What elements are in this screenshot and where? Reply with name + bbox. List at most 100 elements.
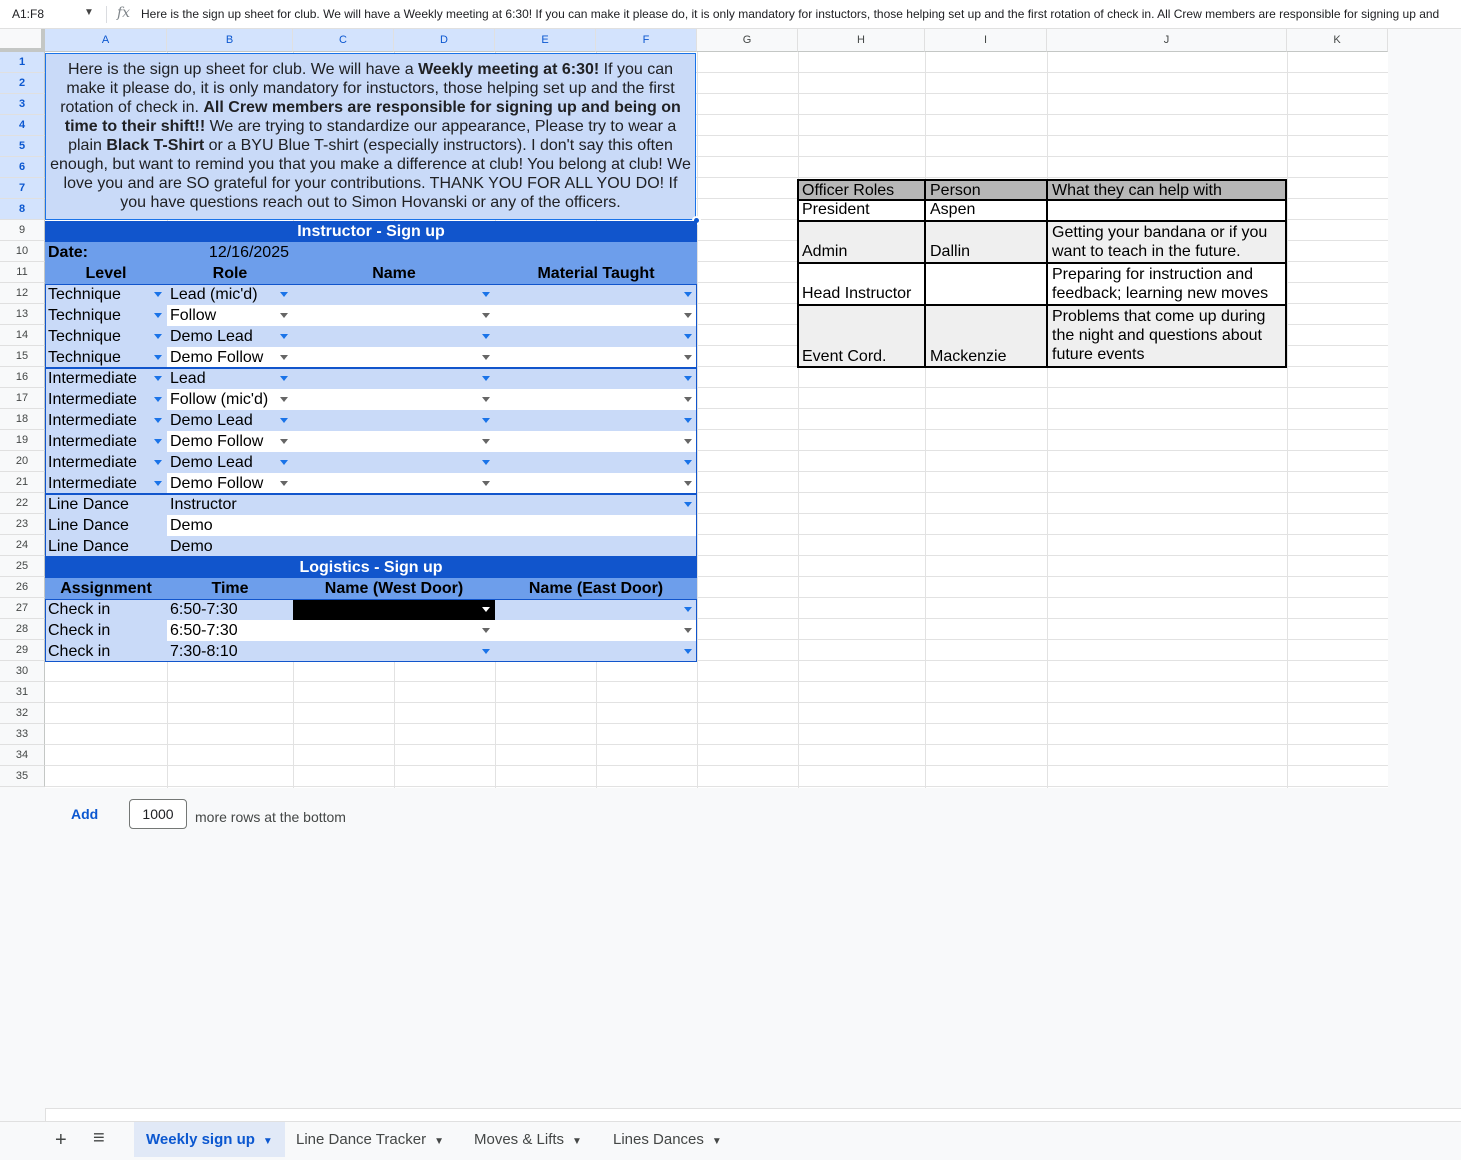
column-header-f[interactable]: F bbox=[596, 29, 697, 52]
row-header-6[interactable]: 6 bbox=[0, 157, 45, 178]
caret-down-icon[interactable] bbox=[154, 481, 162, 486]
officer-help-cell[interactable]: Problems that come up during the night a… bbox=[1047, 305, 1286, 368]
row-header-32[interactable]: 32 bbox=[0, 703, 45, 724]
material-cell[interactable] bbox=[495, 326, 697, 347]
caret-down-icon[interactable] bbox=[684, 481, 692, 486]
header-name[interactable]: Name bbox=[293, 263, 495, 284]
name-cell[interactable] bbox=[293, 305, 495, 326]
officer-person-cell[interactable]: Mackenzie bbox=[925, 305, 1047, 368]
row-header-7[interactable]: 7 bbox=[0, 178, 45, 199]
caret-down-icon[interactable] bbox=[684, 355, 692, 360]
name-cell[interactable] bbox=[293, 410, 495, 431]
level-cell[interactable]: Technique bbox=[45, 326, 167, 347]
west-door-name-cell[interactable] bbox=[293, 599, 495, 620]
role-cell[interactable]: Lead bbox=[167, 368, 293, 389]
caret-down-icon[interactable] bbox=[154, 397, 162, 402]
material-cell[interactable] bbox=[495, 368, 697, 389]
role-cell[interactable]: Instructor bbox=[167, 494, 293, 515]
row-header-5[interactable]: 5 bbox=[0, 136, 45, 157]
row-header-19[interactable]: 19 bbox=[0, 430, 45, 451]
row-header-1[interactable]: 1 bbox=[0, 52, 45, 73]
level-cell[interactable]: Intermediate bbox=[45, 368, 167, 389]
role-cell[interactable]: Demo bbox=[167, 536, 293, 557]
caret-down-icon[interactable] bbox=[154, 355, 162, 360]
name-cell[interactable] bbox=[293, 494, 495, 515]
column-header-c[interactable]: C bbox=[293, 29, 394, 52]
chevron-down-icon[interactable]: ▼ bbox=[572, 1136, 582, 1147]
row-header-31[interactable]: 31 bbox=[0, 682, 45, 703]
header-assignment[interactable]: Assignment bbox=[45, 578, 167, 599]
material-cell[interactable] bbox=[495, 305, 697, 326]
row-header-24[interactable]: 24 bbox=[0, 535, 45, 556]
header-east-door[interactable]: Name (East Door) bbox=[495, 578, 697, 599]
row-header-34[interactable]: 34 bbox=[0, 745, 45, 766]
caret-down-icon[interactable] bbox=[684, 313, 692, 318]
chevron-down-icon[interactable]: ▼ bbox=[84, 7, 94, 18]
caret-down-icon[interactable] bbox=[280, 355, 288, 360]
name-cell[interactable] bbox=[293, 473, 495, 494]
row-header-9[interactable]: 9 bbox=[0, 220, 45, 241]
name-cell[interactable] bbox=[293, 347, 495, 368]
name-box[interactable]: A1:F8 bbox=[12, 7, 44, 21]
logistics-title[interactable]: Logistics - Sign up bbox=[45, 557, 697, 578]
material-cell[interactable] bbox=[495, 536, 697, 557]
caret-down-icon[interactable] bbox=[482, 376, 490, 381]
date-row-fill[interactable] bbox=[293, 242, 697, 263]
caret-down-icon[interactable] bbox=[280, 397, 288, 402]
caret-down-icon[interactable] bbox=[684, 418, 692, 423]
row-header-4[interactable]: 4 bbox=[0, 115, 45, 136]
material-cell[interactable] bbox=[495, 494, 697, 515]
caret-down-icon[interactable] bbox=[482, 292, 490, 297]
east-door-name-cell[interactable] bbox=[495, 599, 697, 620]
caret-down-icon[interactable] bbox=[154, 334, 162, 339]
officer-header-cell[interactable]: Person bbox=[925, 179, 1047, 200]
role-cell[interactable]: Lead (mic'd) bbox=[167, 284, 293, 305]
officer-person-cell[interactable] bbox=[925, 263, 1047, 305]
officer-help-cell[interactable] bbox=[1047, 200, 1286, 221]
caret-down-icon[interactable] bbox=[280, 376, 288, 381]
row-header-15[interactable]: 15 bbox=[0, 346, 45, 367]
select-all-corner[interactable] bbox=[0, 29, 45, 52]
row-header-16[interactable]: 16 bbox=[0, 367, 45, 388]
level-cell[interactable]: Line Dance bbox=[45, 536, 167, 557]
caret-down-icon[interactable] bbox=[280, 334, 288, 339]
intro-merged-cell[interactable]: Here is the sign up sheet for club. We w… bbox=[45, 53, 696, 220]
caret-down-icon[interactable] bbox=[684, 502, 692, 507]
caret-down-icon[interactable] bbox=[154, 376, 162, 381]
role-cell[interactable]: Demo bbox=[167, 515, 293, 536]
caret-down-icon[interactable] bbox=[280, 313, 288, 318]
caret-down-icon[interactable] bbox=[482, 607, 490, 612]
column-header-g[interactable]: G bbox=[697, 29, 798, 52]
name-cell[interactable] bbox=[293, 368, 495, 389]
row-header-28[interactable]: 28 bbox=[0, 619, 45, 640]
role-cell[interactable]: Demo Follow bbox=[167, 347, 293, 368]
caret-down-icon[interactable] bbox=[280, 418, 288, 423]
caret-down-icon[interactable] bbox=[684, 607, 692, 612]
horizontal-scrollbar[interactable] bbox=[45, 1108, 1461, 1121]
level-cell[interactable]: Intermediate bbox=[45, 473, 167, 494]
level-cell[interactable]: Technique bbox=[45, 284, 167, 305]
caret-down-icon[interactable] bbox=[280, 481, 288, 486]
caret-down-icon[interactable] bbox=[482, 355, 490, 360]
header-material[interactable]: Material Taught bbox=[495, 263, 697, 284]
row-header-21[interactable]: 21 bbox=[0, 472, 45, 493]
name-cell[interactable] bbox=[293, 284, 495, 305]
role-cell[interactable]: Demo Lead bbox=[167, 452, 293, 473]
level-cell[interactable]: Technique bbox=[45, 305, 167, 326]
assignment-cell[interactable]: Check in bbox=[45, 620, 167, 641]
time-cell[interactable]: 6:50-7:30 bbox=[167, 599, 293, 620]
caret-down-icon[interactable] bbox=[280, 292, 288, 297]
level-cell[interactable]: Intermediate bbox=[45, 452, 167, 473]
caret-down-icon[interactable] bbox=[684, 460, 692, 465]
row-header-2[interactable]: 2 bbox=[0, 73, 45, 94]
name-cell[interactable] bbox=[293, 326, 495, 347]
caret-down-icon[interactable] bbox=[684, 628, 692, 633]
role-cell[interactable]: Demo Lead bbox=[167, 410, 293, 431]
officer-help-cell[interactable]: Preparing for instruction and feedback; … bbox=[1047, 263, 1286, 305]
caret-down-icon[interactable] bbox=[684, 649, 692, 654]
column-header-h[interactable]: H bbox=[798, 29, 925, 52]
row-header-11[interactable]: 11 bbox=[0, 262, 45, 283]
row-header-29[interactable]: 29 bbox=[0, 640, 45, 661]
name-cell[interactable] bbox=[293, 431, 495, 452]
row-header-23[interactable]: 23 bbox=[0, 514, 45, 535]
